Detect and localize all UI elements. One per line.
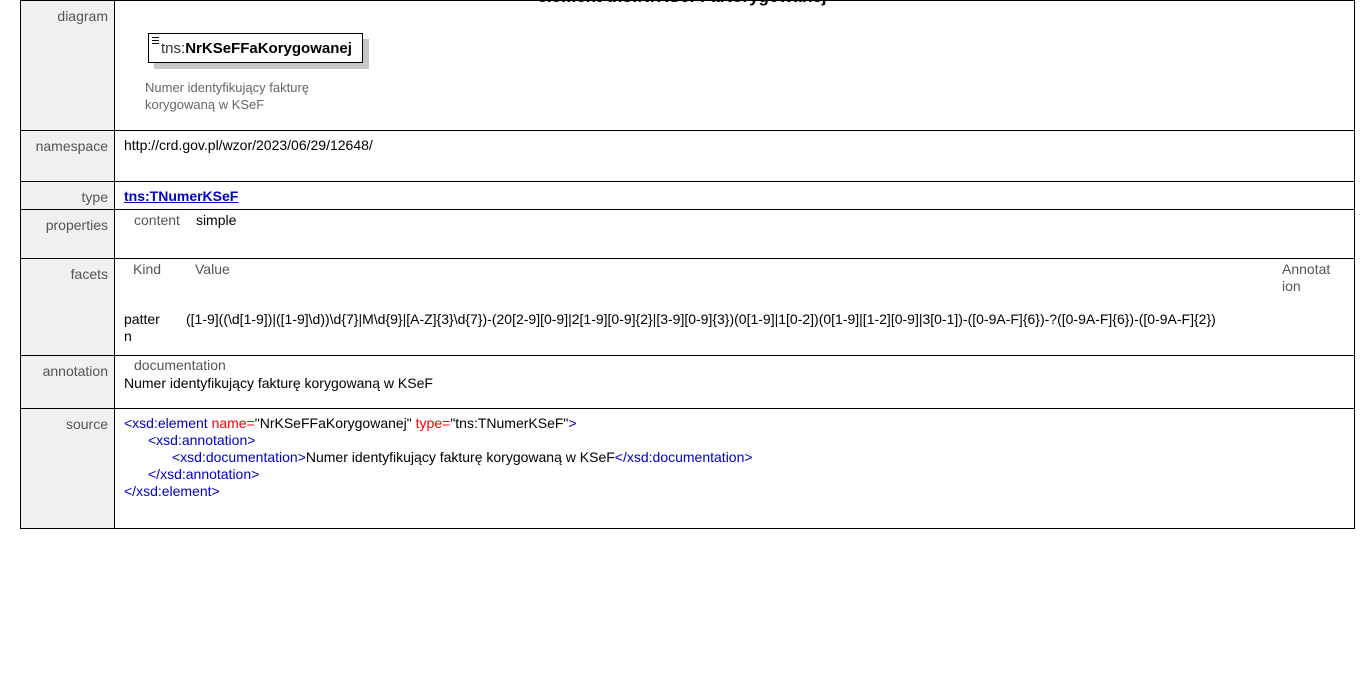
row-facets: facets Kind Value Annotation pattern ([1… xyxy=(20,258,1355,356)
row-namespace: namespace http://crd.gov.pl/wzor/2023/06… xyxy=(20,130,1355,182)
source-line: </xsd:annotation> xyxy=(148,466,260,482)
namespace-value: http://crd.gov.pl/wzor/2023/06/29/12648/ xyxy=(114,130,1355,182)
facet-pattern-value: ([1-9]((\d[1-9])|([1-9]\d))\d{7}|M\d{9}|… xyxy=(186,311,1216,327)
facet-kind: pattern xyxy=(124,311,160,344)
row-label-source: source xyxy=(20,408,115,529)
source-line: </xsd:element> xyxy=(124,483,220,499)
facets-cell: Kind Value Annotation pattern ([1-9]((\d… xyxy=(114,258,1355,356)
type-cell: tns:TNumerKSeF xyxy=(114,181,1355,210)
element-diagram-box[interactable]: tns:NrKSeFFaKorygowanej xyxy=(148,33,363,63)
diagram-element-name: NrKSeFFaKorygowanej xyxy=(185,40,352,57)
row-properties: properties content simple xyxy=(20,209,1355,259)
diagram-cell: tns:NrKSeFFaKorygowanej Numer identyfiku… xyxy=(114,0,1355,131)
row-diagram: diagram tns:NrKSeFFaKorygowanej Numer id… xyxy=(20,0,1355,131)
source-line: <xsd:element name="NrKSeFFaKorygowanej" … xyxy=(124,415,577,431)
annotation-cell: documentation Numer identyfikujący faktu… xyxy=(114,355,1355,409)
source-line: <xsd:documentation>Numer identyfikujący … xyxy=(172,449,753,465)
facets-header-value: Value xyxy=(195,261,230,277)
row-label-namespace: namespace xyxy=(20,130,115,182)
facets-header-kind: Kind xyxy=(133,261,162,277)
properties-key: content xyxy=(134,212,180,228)
diagram-element-prefix: tns: xyxy=(161,40,186,57)
facets-header-annotation: Annotation xyxy=(1282,261,1331,294)
element-lines-icon xyxy=(152,37,159,46)
row-label-diagram: diagram xyxy=(20,0,115,131)
row-label-facets: facets xyxy=(20,258,115,356)
properties-value: simple xyxy=(195,212,237,228)
annotation-key: documentation xyxy=(134,357,226,373)
row-label-annotation: annotation xyxy=(20,355,115,409)
row-source: source <xsd:element name="NrKSeFFaKorygo… xyxy=(20,408,1355,529)
diagram-doc-text: Numer identyfikujący fakturę korygowaną … xyxy=(145,80,310,112)
type-link[interactable]: tns:TNumerKSeF xyxy=(124,188,238,204)
source-code: <xsd:element name="NrKSeFFaKorygowanej" … xyxy=(114,408,1355,529)
row-label-properties: properties xyxy=(20,209,115,259)
source-line: <xsd:annotation> xyxy=(148,432,256,448)
annotation-text: Numer identyfikujący fakturę korygowaną … xyxy=(124,375,433,391)
element-doc-table: diagram tns:NrKSeFFaKorygowanej Numer id… xyxy=(20,0,1355,529)
row-annotation: annotation documentation Numer identyfik… xyxy=(20,355,1355,409)
row-type: type tns:TNumerKSeF xyxy=(20,181,1355,210)
row-label-type: type xyxy=(20,181,115,210)
properties-cell: content simple xyxy=(114,209,1355,259)
